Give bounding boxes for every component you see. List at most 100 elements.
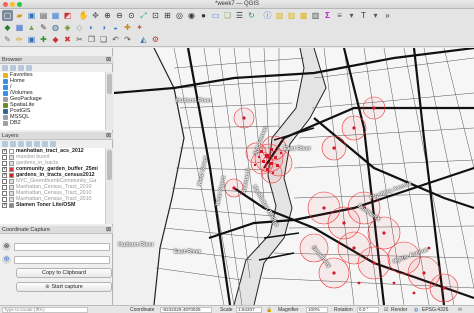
- coordinate-field-1[interactable]: [14, 242, 110, 251]
- layer-visibility-checkbox[interactable]: [2, 154, 7, 160]
- coordinate-field-2[interactable]: [14, 255, 110, 264]
- paste-features-icon[interactable]: ❏: [98, 34, 109, 45]
- cut-features-icon[interactable]: ✂: [74, 34, 85, 45]
- style-manager-icon[interactable]: ◩: [62, 10, 73, 21]
- new-shapefile-icon[interactable]: ✚: [122, 22, 133, 33]
- delete-feature-icon[interactable]: ✖: [62, 34, 73, 45]
- coordinate-value-field[interactable]: -8242229,4970025: [160, 307, 212, 313]
- zoom-full-icon[interactable]: ⤢: [138, 10, 149, 21]
- add-feature-icon[interactable]: ✚: [38, 34, 49, 45]
- filter-browser-icon[interactable]: [10, 65, 16, 71]
- new-map-view-icon[interactable]: ▭: [210, 10, 221, 21]
- filter-legend-icon[interactable]: [26, 141, 32, 147]
- style-panel-icon[interactable]: [2, 141, 8, 147]
- scale-value-field[interactable]: 1:94207: [236, 307, 262, 313]
- open-project-icon[interactable]: ▰: [14, 10, 25, 21]
- expand-all-icon[interactable]: [34, 141, 40, 147]
- text-annotation-icon[interactable]: T: [358, 10, 369, 21]
- magnifier-value-field[interactable]: 100%: [306, 307, 328, 313]
- enable-properties-icon[interactable]: [26, 65, 32, 71]
- add-postgis-icon[interactable]: ◍: [50, 22, 61, 33]
- zoom-rubberband-icon[interactable]: ⊙: [126, 10, 137, 21]
- add-spatialite-icon[interactable]: ◈: [62, 22, 73, 33]
- crs-icon[interactable]: ⊕: [2, 255, 11, 264]
- add-raster-layer-icon[interactable]: ▦: [14, 22, 25, 33]
- add-virtual-layer-icon[interactable]: ◇: [74, 22, 85, 33]
- pan-to-selection-icon[interactable]: ✥: [90, 10, 101, 21]
- deselect-icon[interactable]: ▩: [298, 10, 309, 21]
- add-delimited-text-icon[interactable]: ✎: [38, 22, 49, 33]
- python-console-icon[interactable]: ◭: [138, 34, 149, 45]
- layer-visibility-checkbox[interactable]: ✓: [2, 148, 7, 154]
- manage-themes-icon[interactable]: [18, 141, 24, 147]
- messages-icon[interactable]: ✉: [458, 307, 462, 313]
- layers-scrollbar[interactable]: [105, 148, 113, 224]
- refresh-browser-icon[interactable]: [2, 65, 8, 71]
- vertex-tool-icon[interactable]: ◆: [50, 34, 61, 45]
- copy-features-icon[interactable]: ❐: [86, 34, 97, 45]
- measure-icon[interactable]: ≡: [334, 10, 345, 21]
- bookmark-icon[interactable]: ❏: [222, 10, 233, 21]
- add-xyz-icon[interactable]: ◒: [110, 22, 121, 33]
- collapse-all-icon[interactable]: [18, 65, 24, 71]
- zoom-selection-icon[interactable]: ⊡: [150, 10, 161, 21]
- layer-visibility-checkbox[interactable]: [2, 196, 7, 202]
- new-project-icon[interactable]: ▢: [2, 10, 13, 21]
- locator-search-input[interactable]: Type to locate (⌘K): [2, 307, 88, 313]
- show-bookmarks-icon[interactable]: ☰: [234, 10, 245, 21]
- start-capture-button[interactable]: ⊕ Start capture: [16, 282, 112, 292]
- browser-scrollbar[interactable]: [105, 72, 113, 130]
- lock-scale-icon[interactable]: 🔒: [266, 307, 272, 313]
- browser-item[interactable]: DB2: [0, 120, 105, 126]
- add-group-icon[interactable]: [10, 141, 16, 147]
- toggle-editing-icon[interactable]: ✏: [14, 34, 25, 45]
- add-vector-layer-icon[interactable]: ◆: [2, 22, 13, 33]
- zoom-out-icon[interactable]: ⊖: [114, 10, 125, 21]
- close-panel-icon[interactable]: ⊠: [106, 56, 111, 64]
- layer-visibility-checkbox[interactable]: [2, 184, 7, 190]
- layer-tree[interactable]: ✓ manhattan_tract_acs_2012 maxdon buont gar…: [0, 148, 105, 224]
- layers-scroll-thumb[interactable]: [107, 150, 112, 180]
- zoom-next-icon[interactable]: ●: [198, 10, 209, 21]
- layer-visibility-checkbox[interactable]: ✓: [2, 166, 7, 172]
- layer-item[interactable]: ✓ Stamen Toner Lite/OSM: [0, 202, 105, 208]
- copy-to-clipboard-button[interactable]: Copy to Clipboard: [16, 268, 112, 278]
- print-layout-icon[interactable]: ▤: [38, 10, 49, 21]
- render-checkbox[interactable]: ☑: [384, 307, 388, 313]
- pan-map-icon[interactable]: ✋: [78, 10, 89, 21]
- crosshair-icon[interactable]: ⊗: [2, 242, 11, 251]
- new-temporary-layer-icon[interactable]: ✦: [134, 22, 145, 33]
- undo-icon[interactable]: ↶: [110, 34, 121, 45]
- zoom-in-icon[interactable]: ⊕: [102, 10, 113, 21]
- layer-visibility-checkbox[interactable]: [2, 190, 7, 196]
- layer-visibility-checkbox[interactable]: [2, 160, 7, 166]
- select-features-icon[interactable]: ▧: [274, 10, 285, 21]
- zoom-last-icon[interactable]: ◉: [186, 10, 197, 21]
- save-project-icon[interactable]: ▣: [26, 10, 37, 21]
- refresh-icon[interactable]: ↻: [246, 10, 257, 21]
- redo-icon[interactable]: ↷: [122, 34, 133, 45]
- remove-layer-icon[interactable]: [50, 141, 56, 147]
- browser-tree[interactable]: Favorites Home //Volumes GeoPackage SpatiaLi…: [0, 72, 105, 130]
- save-edits-icon[interactable]: ▣: [26, 34, 37, 45]
- add-wms-icon[interactable]: ◐: [86, 22, 97, 33]
- annotation-icon[interactable]: ▾: [370, 10, 381, 21]
- crs-button[interactable]: EPSG:4326: [422, 307, 448, 313]
- digitizing-icon[interactable]: ✎: [2, 34, 13, 45]
- processing-toolbox-icon[interactable]: ⚙: [150, 34, 161, 45]
- label-toolbar-icon[interactable]: »: [382, 10, 393, 21]
- layout-manager-icon[interactable]: ▦: [50, 10, 61, 21]
- statistics-icon[interactable]: Σ: [322, 10, 333, 21]
- zoom-layer-icon[interactable]: ⊞: [162, 10, 173, 21]
- add-mesh-layer-icon[interactable]: ▲: [26, 22, 37, 33]
- browser-scroll-thumb[interactable]: [107, 74, 112, 94]
- crs-globe-icon[interactable]: ◍: [414, 307, 418, 313]
- collapse-all-icon[interactable]: [42, 141, 48, 147]
- map-tips-icon[interactable]: ▾: [346, 10, 357, 21]
- zoom-native-icon[interactable]: ◎: [174, 10, 185, 21]
- layer-visibility-checkbox[interactable]: ✓: [2, 172, 7, 178]
- open-attribute-table-icon[interactable]: ▥: [310, 10, 321, 21]
- rotation-value-field[interactable]: 0.0 °: [357, 307, 379, 313]
- layer-visibility-checkbox[interactable]: ✓: [2, 202, 7, 208]
- add-wfs-icon[interactable]: ◑: [98, 22, 109, 33]
